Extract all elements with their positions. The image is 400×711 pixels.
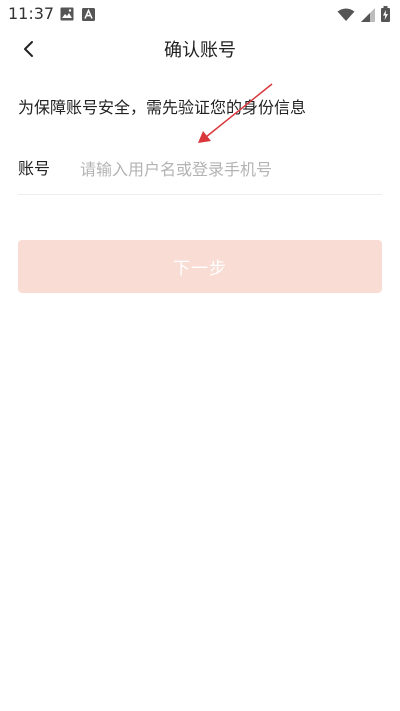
page-title: 确认账号 xyxy=(164,40,236,61)
battery-charging-icon xyxy=(381,6,390,26)
account-row: 账号 xyxy=(18,150,382,195)
a-badge-icon xyxy=(82,6,95,25)
status-right-icons xyxy=(337,6,390,26)
account-label: 账号 xyxy=(18,159,51,178)
account-input[interactable] xyxy=(80,154,380,184)
wifi-icon xyxy=(337,7,355,26)
next-button[interactable]: 下一步 xyxy=(18,240,382,293)
verification-info-text: 为保障账号安全，需先验证您的身份信息 xyxy=(18,98,307,117)
signal-icon xyxy=(361,7,375,26)
status-left-icons xyxy=(60,6,95,25)
status-bar: 11:37 xyxy=(0,0,400,28)
header: 确认账号 xyxy=(0,28,400,74)
next-button-label: 下一步 xyxy=(173,259,227,279)
status-time: 11:37 xyxy=(8,4,55,23)
image-icon xyxy=(60,6,74,25)
